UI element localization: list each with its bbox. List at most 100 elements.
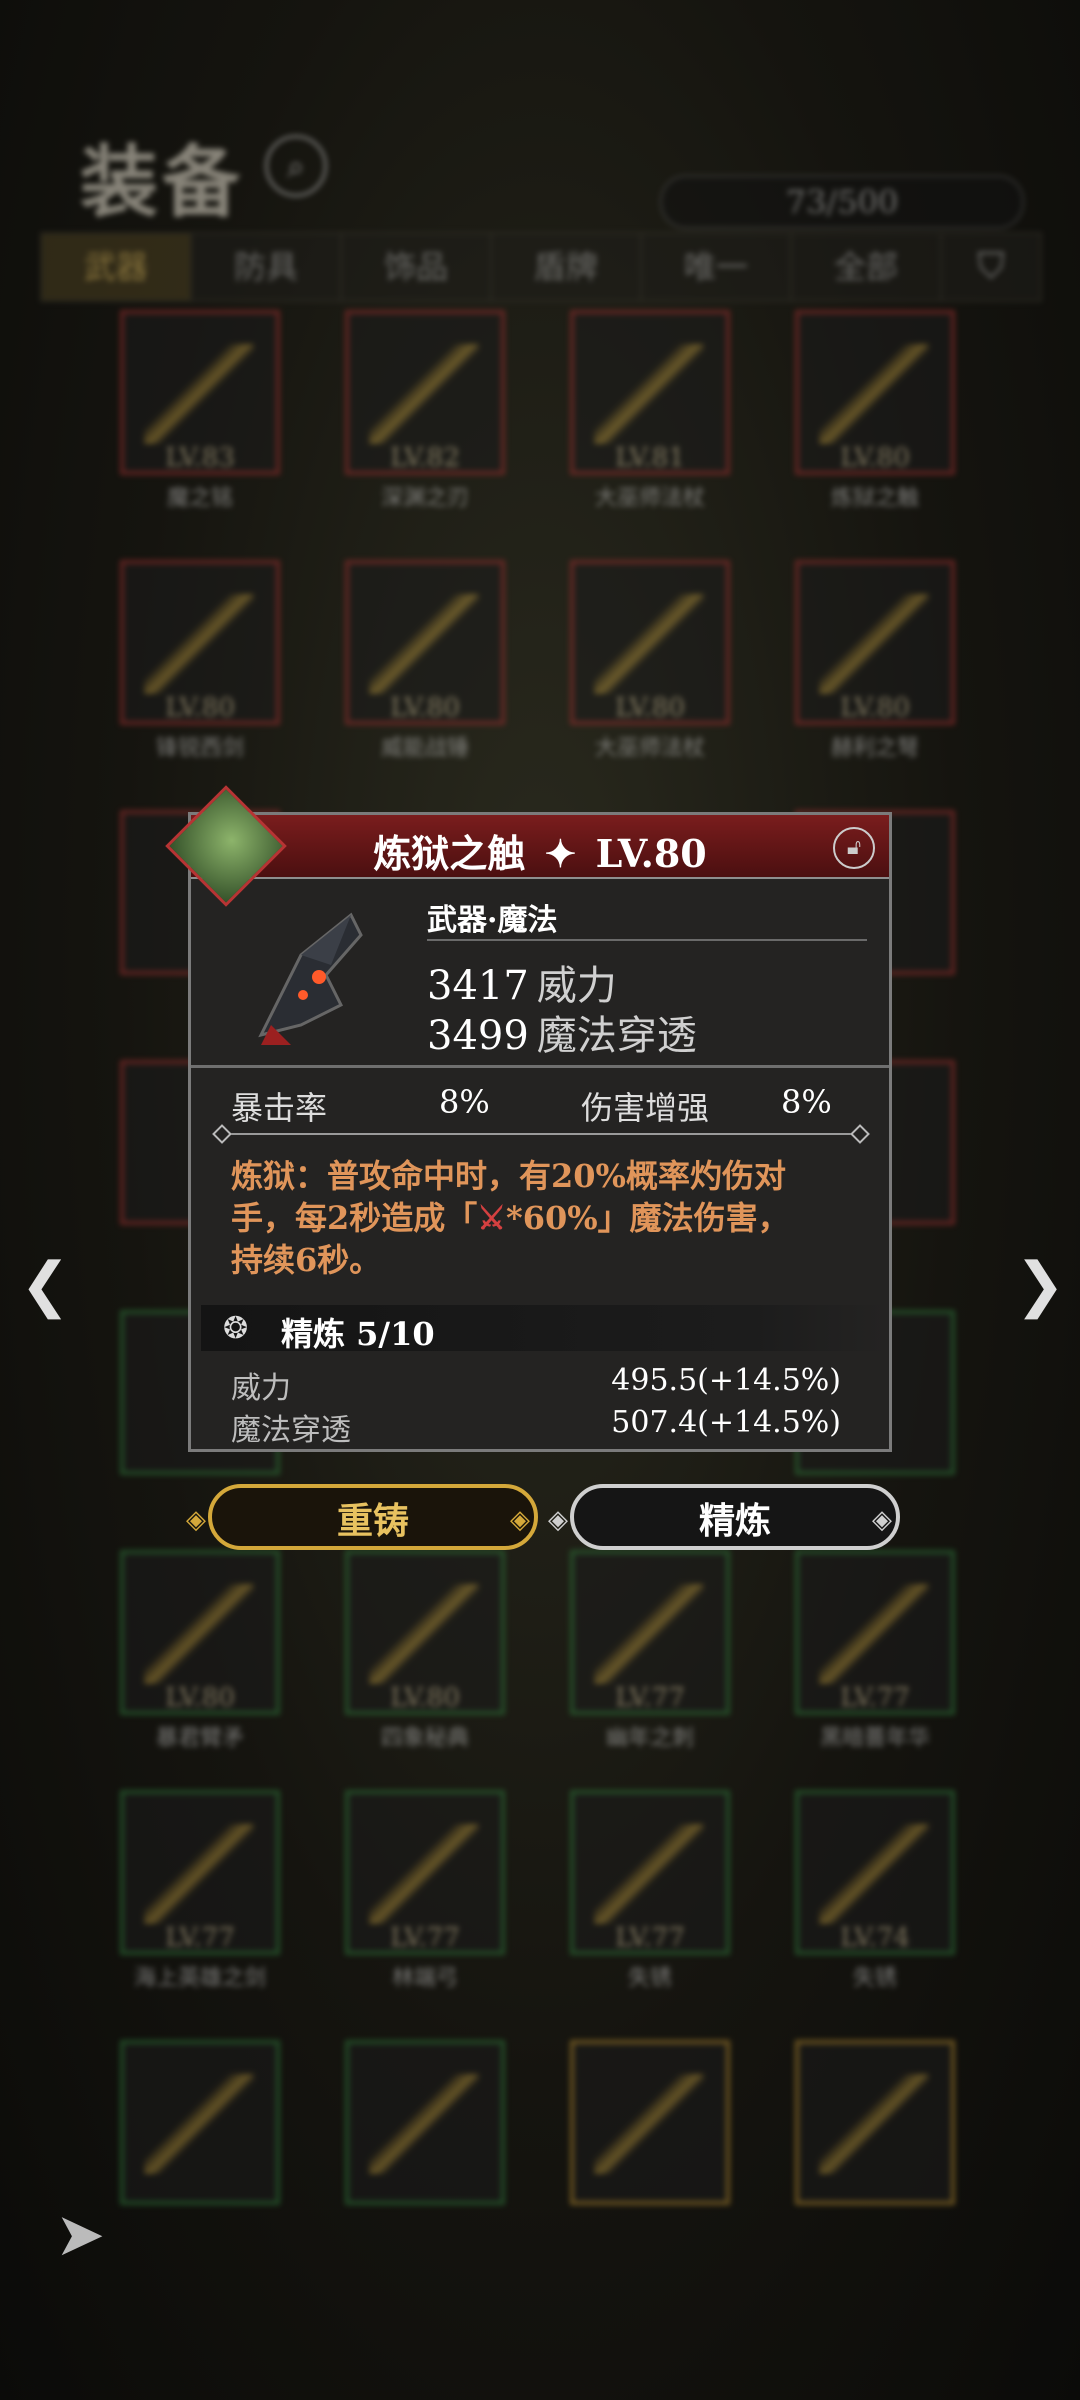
weapon-icon [819,1584,929,1684]
diamond-ornament-icon: ◈ [548,1505,568,1535]
sub-stat-label: 暴击率 [231,1089,328,1127]
weapon-icon [369,1584,479,1684]
equipment-card[interactable] [795,2040,955,2205]
card-name: 赫利之弩 [830,736,919,761]
chevron-right-icon[interactable]: ❯ [1015,1250,1065,1320]
sub-stat-label: 伤害增强 [581,1089,710,1127]
equipment-card[interactable]: LV.80 [795,310,955,475]
card-level: LV.77 [615,1683,685,1713]
equipment-card[interactable]: LV.80 [120,560,280,725]
weapon-icon [144,1824,254,1924]
weapon-icon [369,1824,479,1924]
item-level: LV.80 [595,831,707,876]
category-tabs: 武器 防具 饰品 盾牌 唯一 全部 ⛉ [40,232,1042,302]
chevron-left-icon[interactable]: ❮ [20,1250,70,1320]
card-name: 深渊之刃 [380,486,469,511]
search-icon[interactable]: ⌕ [265,135,327,197]
weapon-icon [369,344,479,444]
tab-weapon[interactable]: 武器 [42,234,192,300]
card-level: LV.81 [615,443,685,473]
card-name: 锋锐西剑 [155,736,244,761]
refine-header: ❂ 精炼 5/10 [201,1305,887,1353]
card-name: 失锈 [627,1966,672,1991]
refine-level: 精炼 5/10 [281,1315,435,1353]
card-name: 暴君臂矛 [155,1726,244,1751]
equipment-card[interactable]: LV.77 [345,1790,505,1955]
back-icon[interactable]: ➤ [55,2200,105,2270]
weapon-icon [594,594,704,694]
card-name: 海上英雄之剑 [133,1966,266,1991]
stat-value: 3499 [427,1013,529,1059]
weapon-icon [819,2074,929,2174]
sub-stat-value: 8% [781,1083,832,1121]
weapon-icon [594,1584,704,1684]
recast-button[interactable]: 重铸 [208,1484,538,1550]
page-title: 装备 [80,137,245,228]
sword-icon: ⚔ [477,1199,506,1237]
weapon-icon [819,594,929,694]
weapon-icon [258,912,363,1045]
effect-line: 炼狱：普攻命中时，有20%概率灼伤对 [231,1157,786,1195]
equipment-card[interactable] [120,2040,280,2205]
lock-icon[interactable]: 🔓︎ [833,827,875,869]
diamond-ornament-icon: ◈ [186,1505,206,1535]
sub-stat-value: 8% [439,1083,490,1121]
tab-all[interactable]: 全部 [792,234,942,300]
filter-icon[interactable]: ⛉ [942,234,1040,300]
equipment-card[interactable]: LV.80 [795,560,955,725]
equipment-card[interactable] [570,2040,730,2205]
equipment-card[interactable]: LV.77 [120,1790,280,1955]
card-name: 威能战锤 [380,736,469,761]
weapon-icon [594,2074,704,2174]
equipment-card[interactable]: LV.83 [120,310,280,475]
refine-stat-label: 威力 [231,1371,291,1406]
card-level: LV.80 [840,443,910,473]
ornament-divider [223,1133,859,1135]
card-level: LV.80 [165,1683,235,1713]
effect-text: *60%」魔法伤害， [505,1199,790,1237]
card-level: LV.80 [615,693,685,723]
diamond-ornament-icon: ◈ [872,1505,892,1535]
tab-shield[interactable]: 盾牌 [492,234,642,300]
effect-line: 手，每2秒造成「⚔*60%」魔法伤害， [231,1197,861,1239]
equipment-card[interactable] [345,2040,505,2205]
equipment-card[interactable]: LV.80 [570,560,730,725]
popup-header: 炼狱之触 ✦ LV.80 🔓︎ [165,785,889,907]
card-name: 黑暗薔年华 [819,1726,930,1751]
diamond-ornament-icon: ◈ [510,1505,530,1535]
weapon-icon [369,2074,479,2174]
tab-armor[interactable]: 防具 [192,234,342,300]
item-name: 炼狱之触 [373,831,526,876]
effect-text: 手，每2秒造成「 [231,1199,478,1237]
equipment-card[interactable]: LV.80 [345,1550,505,1715]
refine-stat-label: 魔法穿透 [231,1413,351,1448]
item-title: 炼狱之触 ✦ LV.80 [191,823,889,878]
equipment-card[interactable]: LV.77 [570,1790,730,1955]
equipment-card[interactable]: LV.80 [120,1550,280,1715]
card-name: 失锈 [852,1966,897,1991]
equipment-card[interactable]: LV.81 [570,310,730,475]
effect-description: 炼狱：普攻命中时，有20%概率灼伤对 手，每2秒造成「⚔*60%」魔法伤害， 持… [231,1155,861,1281]
card-level: LV.80 [390,1683,460,1713]
weapon-icon [819,1824,929,1924]
card-level: LV.77 [390,1923,460,1953]
tab-accessory[interactable]: 饰品 [342,234,492,300]
weapon-icon [819,344,929,444]
stat-label: 魔法穿透 [536,1013,697,1059]
card-level: LV.77 [840,1683,910,1713]
equipment-card[interactable]: LV.77 [570,1550,730,1715]
equipment-card[interactable]: LV.82 [345,310,505,475]
equipment-card[interactable]: LV.74 [795,1790,955,1955]
refine-gems-icon: ❂ [223,1311,249,1346]
refine-button[interactable]: 精炼 [570,1484,900,1550]
card-level: LV.77 [615,1923,685,1953]
card-name: 幽年之刺 [605,1726,694,1751]
refine-stat-value: 495.5(+14.5%) [611,1363,841,1398]
equipment-card[interactable]: LV.80 [345,560,505,725]
card-name: 大巫师法杖 [594,486,705,511]
equipment-card[interactable]: LV.77 [795,1550,955,1715]
tab-unique[interactable]: 唯一 [642,234,792,300]
weapon-icon [144,2074,254,2174]
card-level: LV.74 [840,1923,910,1953]
divider [191,1065,889,1068]
